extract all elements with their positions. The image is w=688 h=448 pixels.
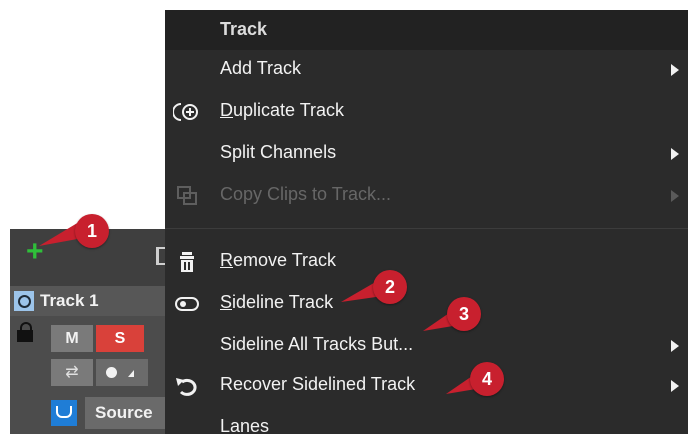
menu-header: Track: [165, 10, 688, 50]
menu-separator: [165, 228, 688, 229]
menu-item-recover-sidelined[interactable]: Recover Sidelined Track: [165, 366, 688, 406]
callout-badge-4: 4: [446, 362, 504, 396]
submenu-arrow-icon: [671, 340, 679, 352]
lock-icon[interactable]: [17, 322, 33, 342]
track-panel: + Track 1 M S ⇄ Source: [10, 229, 170, 434]
copy-icon: [173, 184, 201, 208]
routing-button[interactable]: ⇄: [51, 359, 93, 386]
menu-item-remove-track[interactable]: Remove Track: [165, 242, 688, 282]
menu-header-label: Track: [220, 19, 268, 39]
menu-item-label: Split Channels: [220, 142, 337, 162]
callout-badge-3: 3: [423, 297, 481, 331]
submenu-arrow-icon: [671, 190, 679, 202]
menu-item-split-channels[interactable]: Split Channels: [165, 134, 688, 174]
menu-item-label: Sideline Track: [220, 292, 334, 312]
menu-item-label: Sideline All Tracks But...: [220, 334, 414, 354]
record-button[interactable]: [96, 359, 148, 386]
track-name: Track 1: [40, 291, 99, 310]
trash-icon: [173, 250, 201, 274]
track-select-radio[interactable]: [14, 291, 34, 311]
menu-item-label: Duplicate Track: [220, 100, 345, 120]
submenu-arrow-icon: [671, 64, 679, 76]
menu-item-duplicate-track[interactable]: Duplicate Track: [165, 92, 688, 132]
source-button[interactable]: Source: [85, 397, 170, 429]
submenu-arrow-icon: [671, 380, 679, 392]
menu-item-label: Copy Clips to Track...: [220, 184, 392, 204]
mute-button[interactable]: M: [51, 325, 93, 352]
toggle-icon: [173, 292, 201, 316]
submenu-arrow-icon: [671, 148, 679, 160]
record-dot-icon: [106, 367, 117, 378]
menu-item-label: Recover Sidelined Track: [220, 374, 416, 394]
track-context-menu: Track Add Track Duplicate Track Split Ch…: [165, 10, 688, 436]
dropdown-corner-icon: [128, 370, 134, 377]
callout-badge-1: 1: [39, 214, 109, 248]
duplicate-icon: [172, 100, 201, 124]
track-row[interactable]: Track 1: [10, 286, 170, 316]
menu-item-add-track[interactable]: Add Track: [165, 50, 688, 90]
menu-item-label: Remove Track: [220, 250, 337, 270]
solo-button[interactable]: S: [96, 325, 144, 352]
menu-item-lanes[interactable]: Lanes: [165, 408, 688, 448]
callout-badge-2: 2: [341, 270, 407, 304]
menu-item-copy-clips: Copy Clips to Track...: [165, 176, 688, 216]
menu-item-label: Add Track: [220, 58, 302, 78]
source-icon[interactable]: [51, 400, 77, 426]
undo-icon: [173, 374, 201, 398]
